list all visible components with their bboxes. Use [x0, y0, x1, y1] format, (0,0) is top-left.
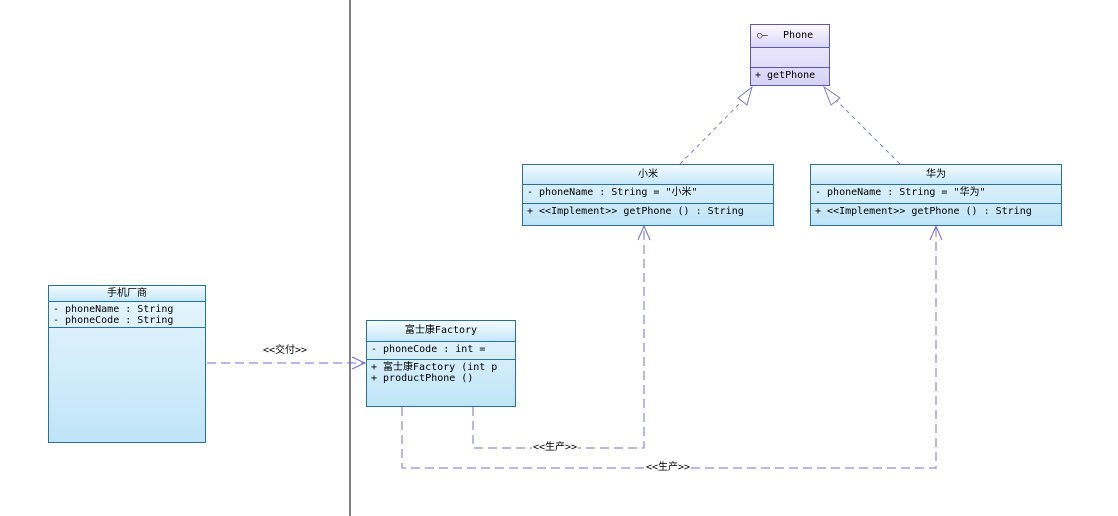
operation-row: + getPhone [755, 70, 816, 81]
deliver-label: <<交付>> [262, 345, 309, 357]
realization-arrowhead-huawei [822, 85, 841, 106]
attributes-section: - phoneCode : int = [367, 342, 515, 360]
operations-section: + <<Implement>> getPhone () : String [811, 204, 1061, 225]
class-phone-manufacturer[interactable]: 手机厂商 - phoneName : String - phoneCode : … [48, 285, 206, 443]
produce-label-xiaomi: <<生产>> [532, 442, 579, 454]
produce-label-huawei: <<生产>> [645, 462, 692, 474]
class-xiaomi[interactable]: 小米 - phoneName : String = "小米" + <<Imple… [522, 164, 774, 226]
attributes-section: - phoneName : String - phoneCode : Strin… [49, 302, 205, 328]
operations-section: + <<Implement>> getPhone () : String [523, 204, 773, 225]
attribute-row: - phoneName : String = "小米" [527, 187, 698, 198]
attributes-section: - phoneName : String = "小米" [523, 185, 773, 204]
class-foxconn-factory[interactable]: 富士康Factory - phoneCode : int = + 富士康Fact… [366, 320, 516, 407]
realization-huawei-phone [834, 98, 901, 165]
operations-section: + getPhone [751, 68, 829, 85]
attributes-section [751, 48, 829, 68]
realization-arrowhead-xiaomi [737, 85, 753, 106]
operations-section: + 富士康Factory (int p + productPhone () [367, 360, 515, 406]
operation-row: + <<Implement>> getPhone () : String [527, 206, 744, 217]
attribute-row: - phoneName : String = "华为" [815, 187, 986, 198]
interface-header: ○‒ Phone [751, 25, 829, 48]
operation-row: + <<Implement>> getPhone () : String [815, 206, 1032, 217]
interface-lollipop-icon: ○‒ [757, 31, 768, 41]
realization-xiaomi-phone [679, 97, 746, 165]
class-name: 小米 [523, 165, 773, 185]
interface-name: Phone [783, 30, 814, 41]
attribute-row: - phoneCode : String [53, 315, 174, 326]
attribute-row: - phoneName : String [53, 304, 174, 315]
class-huawei[interactable]: 华为 - phoneName : String = "华为" + <<Imple… [810, 164, 1062, 226]
class-name: 富士康Factory [367, 321, 515, 342]
operation-row: + 富士康Factory (int p [371, 362, 498, 373]
class-name: 手机厂商 [49, 286, 205, 302]
operation-row: + productPhone () [371, 373, 474, 384]
interface-phone[interactable]: ○‒ Phone + getPhone [750, 24, 830, 86]
attributes-section: - phoneName : String = "华为" [811, 185, 1061, 204]
attribute-row: - phoneCode : int = [371, 344, 486, 355]
class-name: 华为 [811, 165, 1061, 185]
operations-section [49, 328, 205, 443]
